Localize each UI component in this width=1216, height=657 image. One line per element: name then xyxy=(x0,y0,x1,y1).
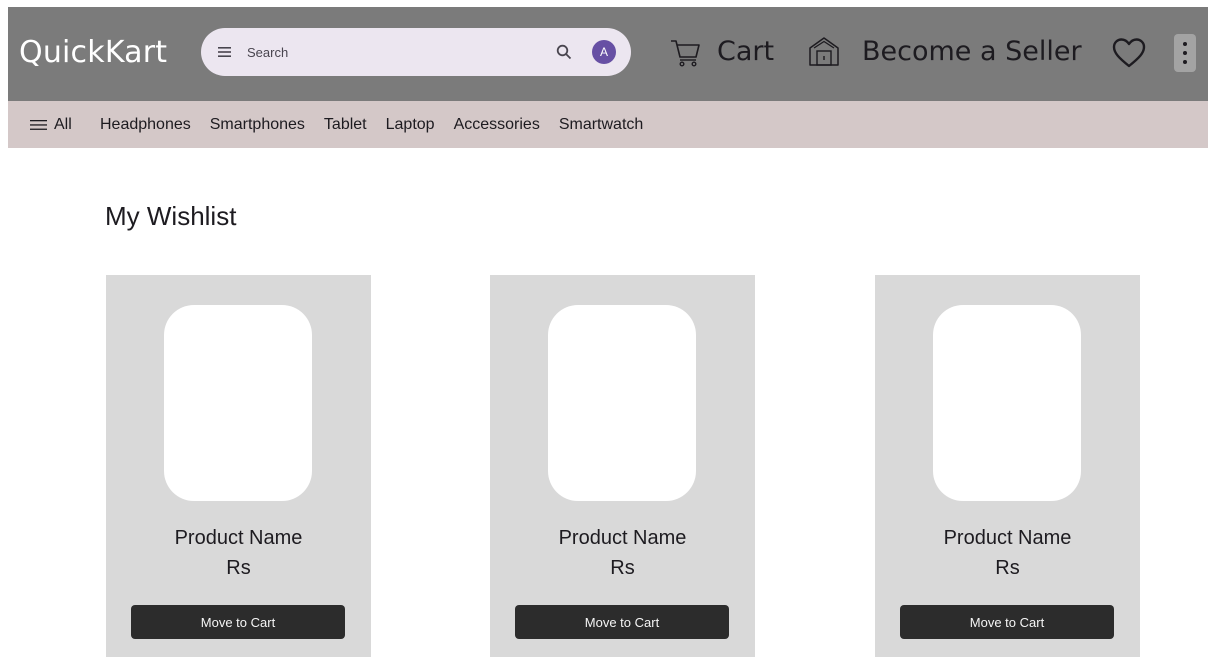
product-name[interactable]: Product Name xyxy=(106,527,371,550)
page-title: My Wishlist xyxy=(105,201,237,231)
product-price: Rs xyxy=(610,557,635,579)
move-to-cart-button[interactable]: Move to Cart xyxy=(900,605,1114,639)
avatar[interactable]: A xyxy=(592,40,616,64)
product-name[interactable]: Product Name xyxy=(875,527,1140,550)
cart-link[interactable]: Cart xyxy=(717,36,774,67)
store-icon[interactable] xyxy=(807,34,841,68)
hamburger-icon xyxy=(30,120,47,130)
move-to-cart-button[interactable]: Move to Cart xyxy=(515,605,729,639)
move-to-cart-button[interactable]: Move to Cart xyxy=(131,605,345,639)
product-name[interactable]: Product Name xyxy=(490,527,755,550)
category-smartwatch[interactable]: Smartwatch xyxy=(559,116,643,134)
product-price: Rs xyxy=(226,557,251,579)
category-headphones[interactable]: Headphones xyxy=(100,116,191,134)
product-price: Rs xyxy=(995,557,1020,579)
search-icon[interactable] xyxy=(555,43,573,61)
search-input[interactable] xyxy=(247,40,527,64)
product-image[interactable] xyxy=(933,305,1081,501)
heart-icon[interactable] xyxy=(1111,37,1147,69)
wishlist-card[interactable]: Product Name Rs Move to Cart xyxy=(875,275,1140,657)
category-bar: All Headphones Smartphones Tablet Laptop… xyxy=(8,101,1208,148)
all-categories-button[interactable]: All xyxy=(30,116,72,134)
page: QuickKart A Cart xyxy=(0,0,1216,657)
search-bar[interactable]: A xyxy=(201,28,631,76)
category-tablet[interactable]: Tablet xyxy=(324,116,367,134)
cart-icon[interactable] xyxy=(668,35,702,69)
top-header: QuickKart A Cart xyxy=(8,7,1208,101)
menu-icon[interactable] xyxy=(217,44,233,60)
all-label: All xyxy=(54,116,72,133)
wishlist-card[interactable]: Product Name Rs Move to Cart xyxy=(490,275,755,657)
product-image[interactable] xyxy=(164,305,312,501)
become-seller-link[interactable]: Become a Seller xyxy=(862,36,1082,67)
wishlist-card[interactable]: Product Name Rs Move to Cart xyxy=(106,275,371,657)
product-image[interactable] xyxy=(548,305,696,501)
category-list: Headphones Smartphones Tablet Laptop Acc… xyxy=(100,116,662,134)
more-vert-icon[interactable] xyxy=(1174,34,1196,72)
brand-logo[interactable]: QuickKart xyxy=(19,35,167,70)
category-smartphones[interactable]: Smartphones xyxy=(210,116,305,134)
category-accessories[interactable]: Accessories xyxy=(454,116,540,134)
category-laptop[interactable]: Laptop xyxy=(386,116,435,134)
